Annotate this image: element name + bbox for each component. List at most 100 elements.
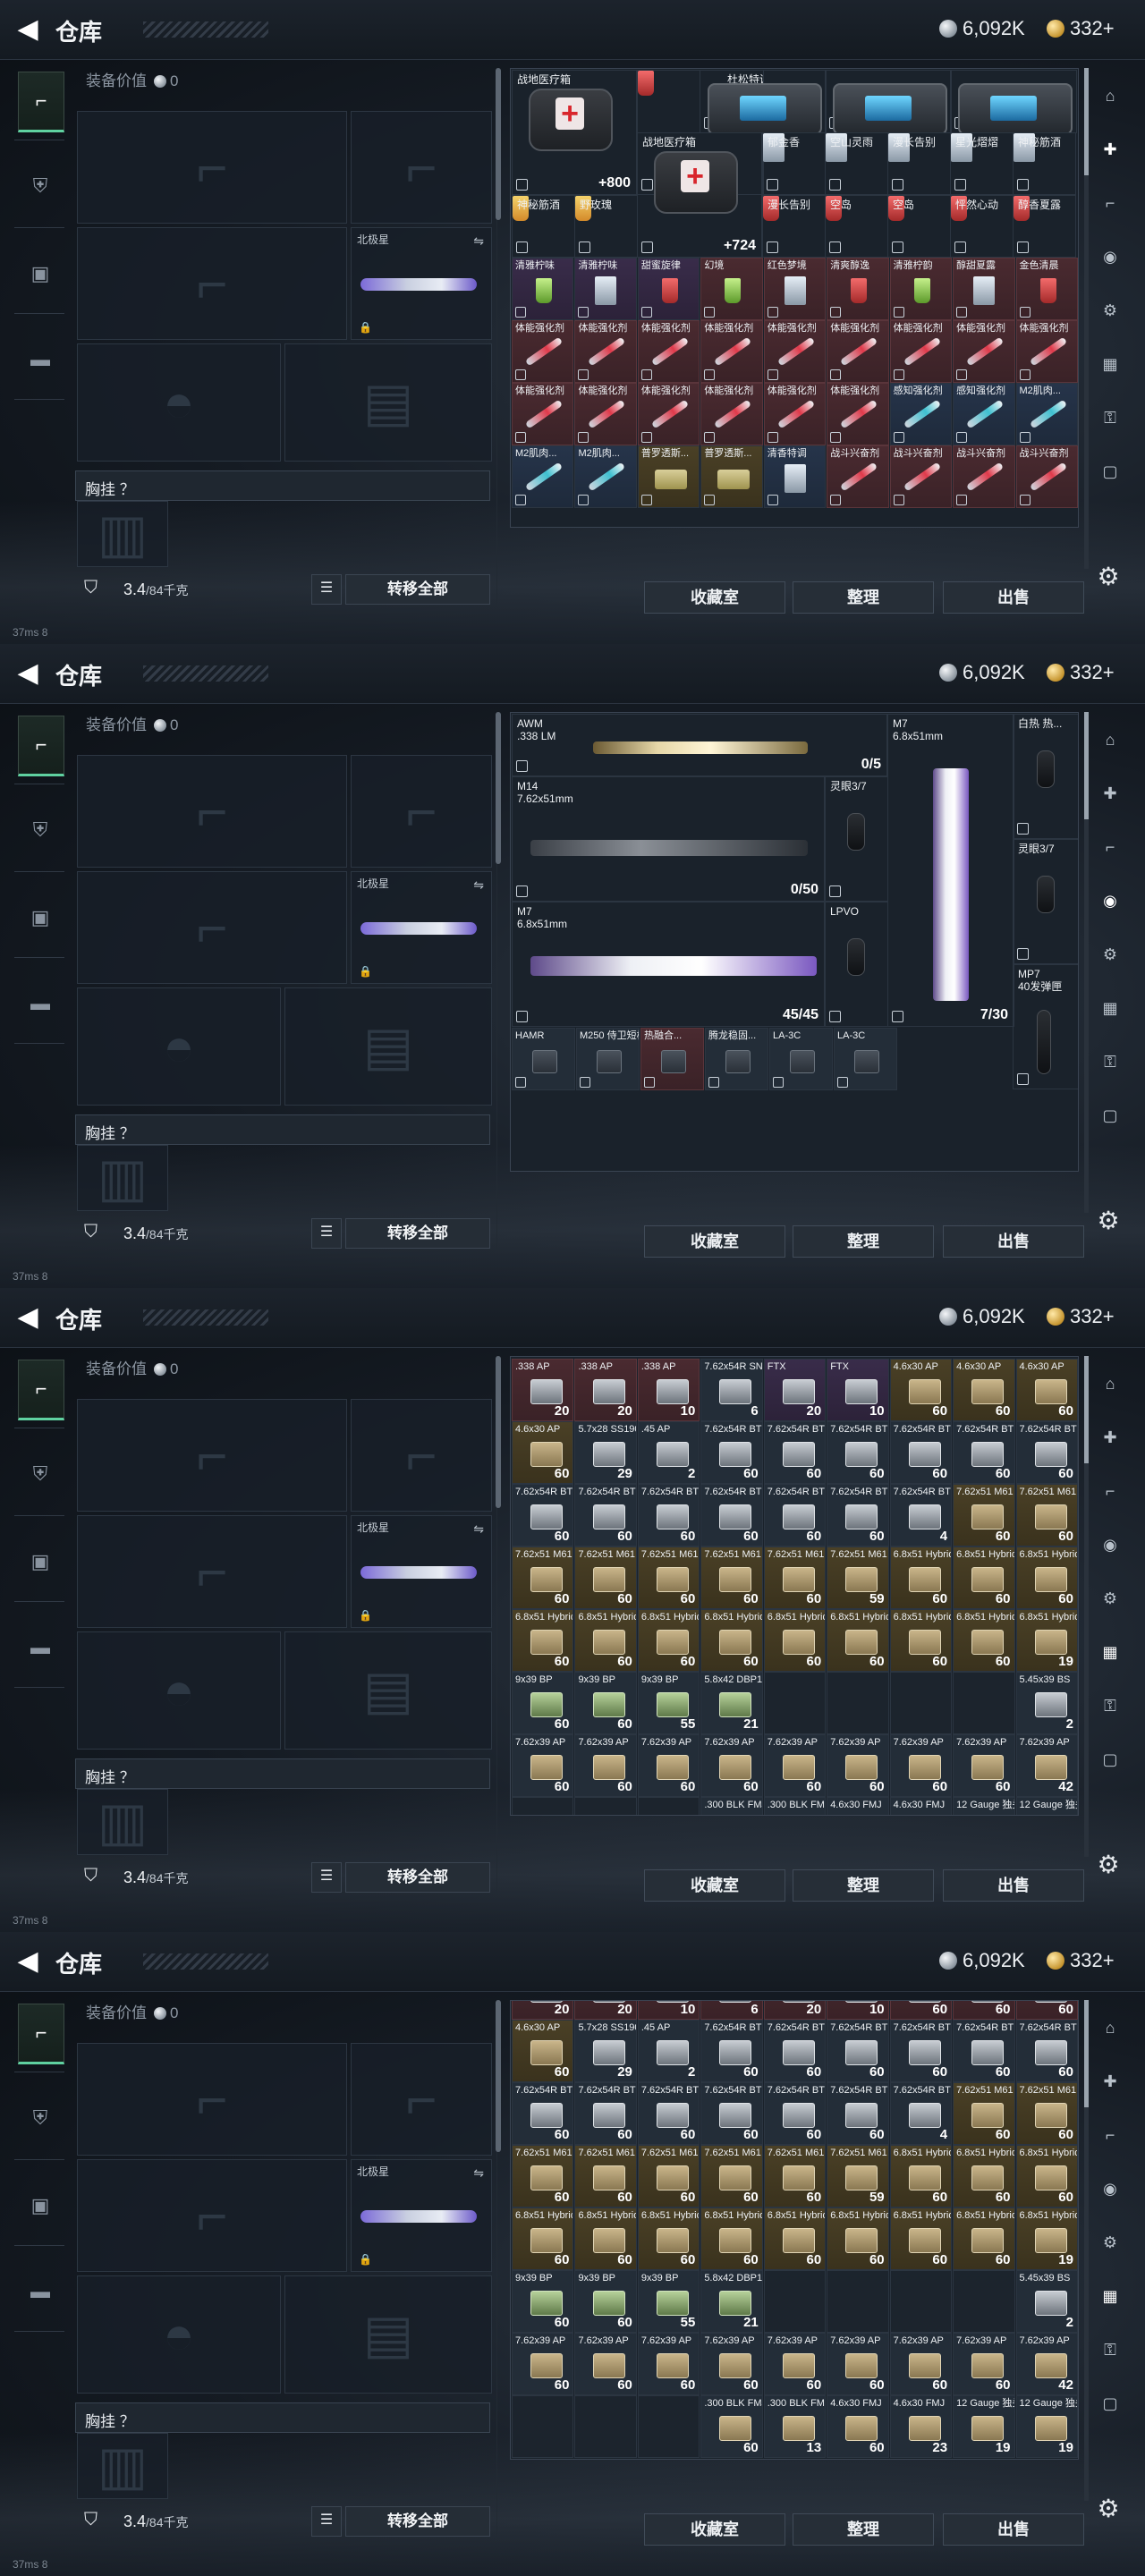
armor-slot[interactable]: ▤ (284, 987, 492, 1106)
primary-weapon-slot[interactable]: ⌐ (77, 2043, 347, 2156)
inventory-item[interactable]: 10 (827, 2001, 889, 2020)
inventory-item[interactable]: M2肌肉... (1015, 383, 1078, 445)
weapon-tab[interactable]: ⌐ (18, 72, 64, 132)
inventory-item[interactable]: M250 侍卫短枪管 (576, 1028, 640, 1090)
inventory-item[interactable]: 体能强化剂 (637, 320, 700, 383)
inventory-item[interactable] (953, 1672, 1015, 1734)
inventory-item[interactable]: 7.62x54R BT 60 (574, 2082, 637, 2145)
inventory-item[interactable]: .300 BLK FMJ 13 (763, 2395, 827, 2458)
knife-slot[interactable]: 北极星 ⇋ 🔒 (351, 227, 492, 340)
drink-item[interactable]: 星光熠熠 (950, 132, 1014, 195)
inventory-item[interactable]: 7.62x51 M61 60 (763, 1546, 827, 1609)
inventory-item[interactable]: 6.8x51 Hybrid 60 (953, 2207, 1015, 2270)
inventory-item[interactable]: 6.8x51 Hybrid 60 (889, 2207, 953, 2270)
settings-gear-icon[interactable]: ⚙ (1093, 1850, 1124, 1880)
rail-category-6[interactable]: ▦ (1090, 989, 1131, 1027)
inventory-item[interactable]: 7.62x39 AP 60 (953, 2333, 1015, 2395)
inventory-item[interactable]: 60 (889, 2001, 953, 2020)
rail-category-4[interactable]: ◉ (1090, 1526, 1131, 1563)
inventory-item[interactable]: 7.62x54R BT 60 (827, 1421, 889, 1484)
rail-category-3[interactable]: ⌐ (1090, 828, 1131, 866)
drink-item[interactable]: 醇香夏露 (1013, 195, 1076, 258)
inventory-item[interactable]: 6 (700, 2001, 763, 2020)
inventory-item[interactable]: 普罗透斯... (700, 445, 763, 508)
inventory-item[interactable]: .300 BLK FMJ60 (700, 2395, 763, 2458)
left-scrollbar[interactable] (496, 68, 501, 220)
inventory-item[interactable]: 6.8x51 Hybrid 60 (1015, 1546, 1078, 1609)
rail-category-1[interactable]: ⌂ (1090, 2009, 1131, 2046)
inventory-item[interactable]: 6.8x51 Hybrid 60 (574, 2207, 637, 2270)
rail-category-4[interactable]: ◉ (1090, 2170, 1131, 2207)
container-tab[interactable]: ▬ (18, 331, 63, 388)
rail-category-8[interactable]: ▢ (1090, 453, 1131, 490)
inventory-item[interactable]: 6.8x51 Hybrid 60 (700, 1609, 763, 1672)
inventory-item[interactable]: 6.8x51 Hybrid 60 (889, 1609, 953, 1672)
inventory-item[interactable]: 7.62x54R BT 60 (637, 1484, 700, 1546)
inventory-item[interactable]: 10 (637, 2001, 700, 2020)
settings-gear-icon[interactable]: ⚙ (1093, 562, 1124, 592)
inventory-item[interactable]: 6.8x51 Hybrid 60 (700, 2207, 763, 2270)
swap-icon[interactable]: ⇋ (473, 877, 484, 893)
inventory-item[interactable]: 6.8x51 Hybrid 60 (512, 1609, 574, 1672)
m14-rifle[interactable]: M14 7.62x51mm 0/50 (512, 776, 825, 902)
inventory-item[interactable] (512, 2395, 574, 2458)
inventory-item[interactable]: 7.62x54R BT 4 (889, 1484, 953, 1546)
armor-slot[interactable]: ▤ (284, 1631, 492, 1750)
sell-button[interactable]: 出售 (943, 1869, 1084, 1902)
inventory-item[interactable]: FTX 10 (827, 1359, 889, 1421)
secondary-weapon-slot[interactable]: ⌐ (77, 871, 347, 984)
pistol-slot[interactable]: ⌐ (351, 755, 492, 868)
inventory-item[interactable] (889, 1672, 953, 1734)
inventory-item[interactable]: 7.62x54R BT 60 (763, 2082, 827, 2145)
inventory-item[interactable]: 6.8x51 Hybrid 60 (763, 2207, 827, 2270)
rail-category-5[interactable]: ⚙ (1090, 292, 1131, 329)
inventory-item[interactable]: 4.6x30 FMJ 23 (889, 2395, 953, 2458)
inventory-item[interactable]: HAMR (512, 1028, 575, 1090)
rail-category-7[interactable]: ⚿ (1090, 1687, 1131, 1724)
hard-case-item[interactable]: 120 (950, 70, 1077, 133)
inventory-item[interactable] (637, 2395, 700, 2458)
inventory-item[interactable]: 7.62x54R BT 60 (889, 2020, 953, 2082)
inventory-item[interactable]: 7.62x39 AP 60 (574, 1734, 637, 1797)
inventory-item[interactable]: 9x39 BP 55 (637, 2270, 700, 2333)
inventory-item[interactable]: 6.8x51 Hybrid 60 (763, 1609, 827, 1672)
inventory-item[interactable]: 清雅柠味 (574, 258, 637, 320)
armor-tab[interactable]: ⛨ (18, 157, 63, 215)
primary-weapon-slot[interactable]: ⌐ (77, 111, 347, 224)
inventory-item[interactable]: .338 AP 20 (574, 1359, 637, 1421)
inventory-item[interactable]: 7.62x54R BT 60 (763, 2020, 827, 2082)
hard-case-item[interactable]: 200 (700, 70, 827, 133)
inventory-item[interactable]: 7.62x51 M61 60 (637, 2145, 700, 2207)
inventory-item[interactable]: 甜蜜旋律 (637, 258, 700, 320)
inventory-item[interactable]: 7.62x51 M61 60 (512, 2145, 574, 2207)
drink-item[interactable]: 野玫瑰 (574, 195, 638, 258)
inventory-item[interactable]: 清爽醇逸 (827, 258, 889, 320)
inventory-item[interactable]: 清香特调 (763, 445, 827, 508)
inventory-item[interactable]: 7.62x54R BT 60 (574, 1484, 637, 1546)
inventory-item[interactable]: 7.62x54R BT 60 (827, 2020, 889, 2082)
rail-scrollbar[interactable] (1084, 2000, 1089, 2501)
gear-tab[interactable]: ▣ (18, 2177, 63, 2234)
inventory-item[interactable]: 9x39 BP 55 (637, 1672, 700, 1734)
inventory-item[interactable]: 20 (763, 2001, 827, 2020)
inventory-item[interactable]: 20 (512, 2001, 574, 2020)
inventory-item[interactable]: 7.62x39 AP 60 (889, 1734, 953, 1797)
inventory-item[interactable]: 7.62x51 M61 59 (827, 2145, 889, 2207)
inventory-item[interactable]: 体能强化剂 (512, 320, 574, 383)
inventory-item[interactable]: 12 Gauge 独头弹19 (953, 1797, 1015, 1815)
primary-weapon-slot[interactable]: ⌐ (77, 755, 347, 868)
vault-button[interactable]: 收藏室 (644, 1869, 785, 1902)
helmet-slot[interactable]: ◓ (77, 343, 281, 462)
inventory-item[interactable]: .300 BLK FMJ60 (700, 1797, 763, 1815)
sell-button[interactable]: 出售 (943, 1225, 1084, 1258)
rail-scrollbar[interactable] (1084, 712, 1089, 1213)
inventory-item[interactable]: 6.8x51 Hybrid 60 (637, 1609, 700, 1672)
inventory-item[interactable]: .45 AP 2 (637, 1421, 700, 1484)
rail-scroll-thumb[interactable] (1084, 2000, 1089, 2107)
inventory-item[interactable]: 感知强化剂 (889, 383, 953, 445)
drink-item[interactable]: 漫长告别 (762, 195, 826, 258)
inventory-item[interactable]: 6.8x51 Hybrid 19 (1015, 1609, 1078, 1672)
helmet-slot[interactable]: ◓ (77, 2275, 281, 2394)
inventory-item[interactable]: 战斗兴奋剂 (953, 445, 1015, 508)
inventory-item[interactable] (574, 2395, 637, 2458)
